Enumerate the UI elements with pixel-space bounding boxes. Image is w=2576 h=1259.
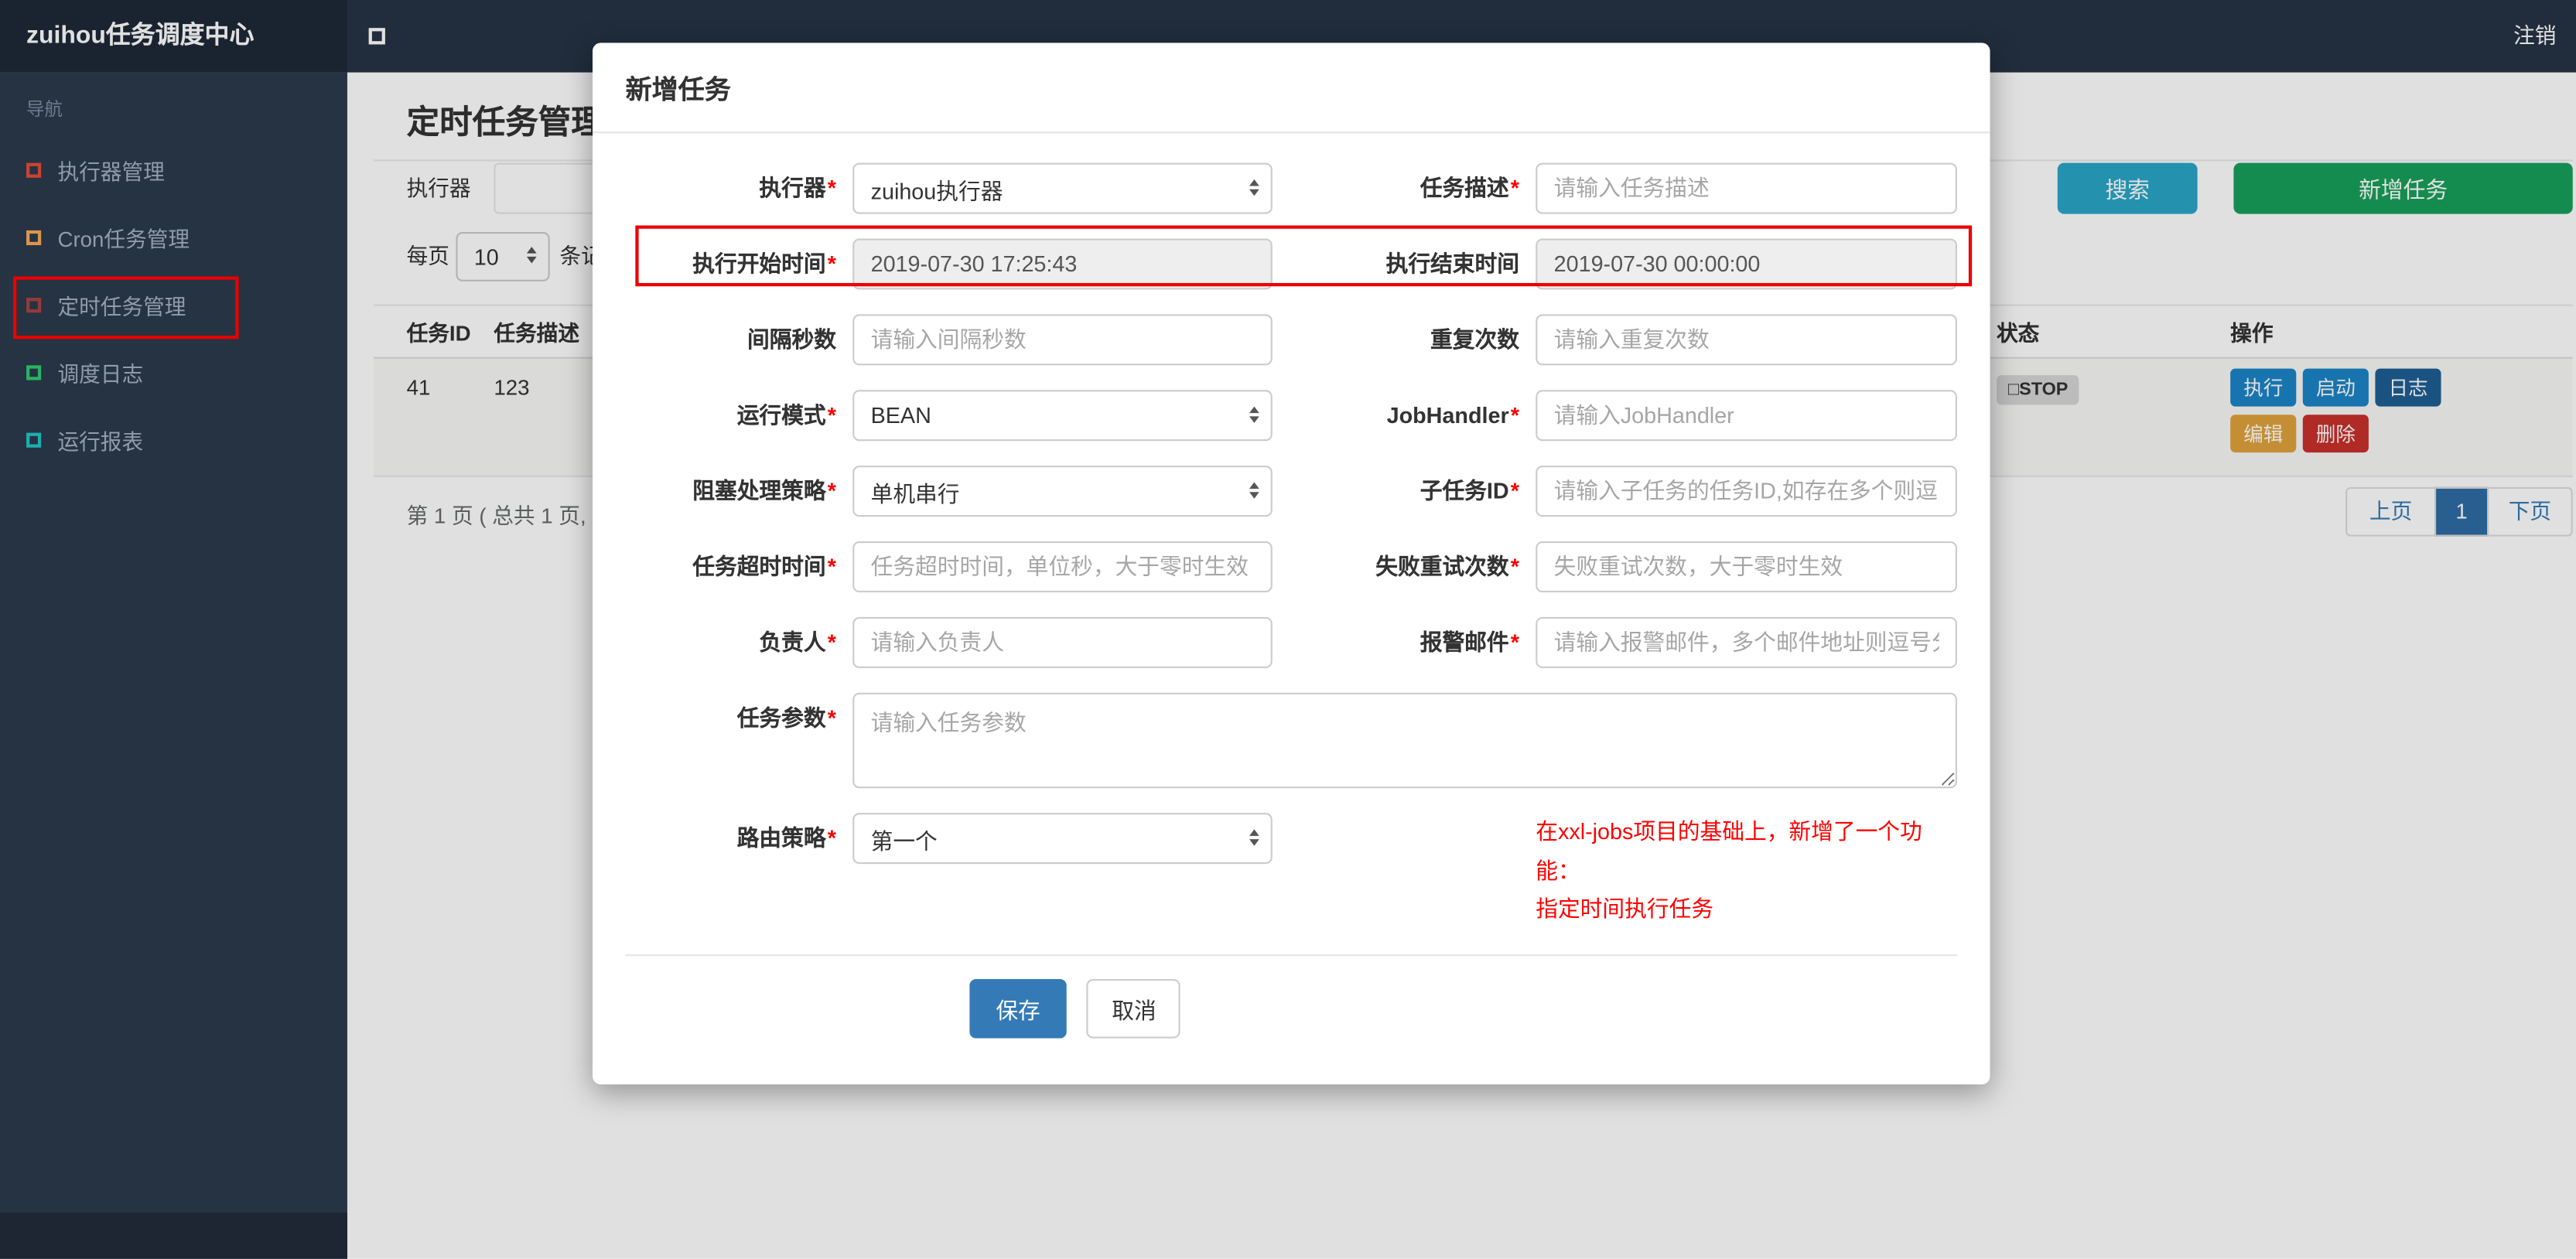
- modal-footer: 保存 取消: [593, 956, 1990, 1084]
- select-arrows-icon: [1249, 405, 1259, 422]
- job-handler-label: JobHandler *: [1386, 403, 1519, 428]
- select-arrows-icon: [1249, 178, 1259, 196]
- select-arrows-icon: [1249, 481, 1259, 498]
- executor-select[interactable]: zuihou执行器: [852, 162, 1273, 214]
- timeout-label: 任务超时时间 *: [692, 554, 836, 579]
- save-button[interactable]: 保存: [969, 978, 1067, 1039]
- modal-title: 新增任务: [625, 77, 731, 106]
- modal-header: 新增任务: [593, 43, 1990, 134]
- block-strategy-select-value: 单机串行: [870, 481, 960, 507]
- executor-select-value: zuihou执行器: [870, 178, 1003, 203]
- block-strategy-select[interactable]: 单机串行: [852, 466, 1273, 517]
- repeat-input[interactable]: [1536, 314, 1957, 366]
- repeat-label: 重复次数: [1430, 327, 1519, 353]
- start-time-label: 执行开始时间 *: [692, 251, 836, 277]
- end-time-input[interactable]: [1536, 238, 1957, 290]
- glue-type-label: 运行模式 *: [736, 403, 836, 428]
- end-time-label: 执行结束时间: [1385, 251, 1519, 277]
- add-task-modal: 新增任务 执行器* zuihou执行器 任务描述* 执行开始时间* 执行结束时间: [593, 43, 1990, 1084]
- job-param-textarea[interactable]: [852, 692, 1957, 789]
- start-time-input[interactable]: [852, 238, 1273, 290]
- job-desc-input[interactable]: [1536, 162, 1957, 214]
- glue-type-select[interactable]: BEAN: [852, 390, 1273, 442]
- route-strategy-select[interactable]: 第一个: [852, 813, 1273, 865]
- app-root: zuihou任务调度中心 注销 导航 执行器管理 Cron任务管理 定时任务管理…: [0, 0, 2576, 1259]
- select-arrows-icon: [1249, 828, 1259, 845]
- job-param-label: 任务参数 *: [736, 705, 836, 731]
- alarm-email-input[interactable]: [1536, 616, 1957, 668]
- feature-note: 在xxl-jobs项目的基础上，新增了一个功能： 指定时间执行任务: [1536, 819, 1922, 923]
- glue-type-select-value: BEAN: [870, 403, 931, 428]
- cancel-button[interactable]: 取消: [1087, 978, 1181, 1039]
- retry-label: 失败重试次数 *: [1375, 554, 1519, 579]
- timeout-input[interactable]: [852, 541, 1273, 593]
- job-handler-input[interactable]: [1536, 390, 1957, 442]
- child-job-label: 子任务ID *: [1420, 479, 1519, 504]
- job-desc-label: 任务描述 *: [1420, 176, 1519, 201]
- interval-input[interactable]: [852, 314, 1273, 366]
- owner-input[interactable]: [852, 616, 1273, 668]
- block-strategy-label: 阻塞处理策略 *: [692, 479, 836, 504]
- interval-label: 间隔秒数: [747, 327, 836, 353]
- owner-label: 负责人 *: [759, 630, 836, 655]
- route-strategy-label: 路由策略 *: [736, 826, 836, 851]
- alarm-email-label: 报警邮件 *: [1420, 630, 1519, 655]
- executor-label: 执行器 *: [759, 176, 836, 201]
- route-strategy-select-value: 第一个: [870, 828, 938, 854]
- modal-body: 执行器* zuihou执行器 任务描述* 执行开始时间* 执行结束时间 间隔秒数: [593, 133, 1990, 956]
- retry-input[interactable]: [1536, 541, 1957, 593]
- child-job-input[interactable]: [1536, 466, 1957, 517]
